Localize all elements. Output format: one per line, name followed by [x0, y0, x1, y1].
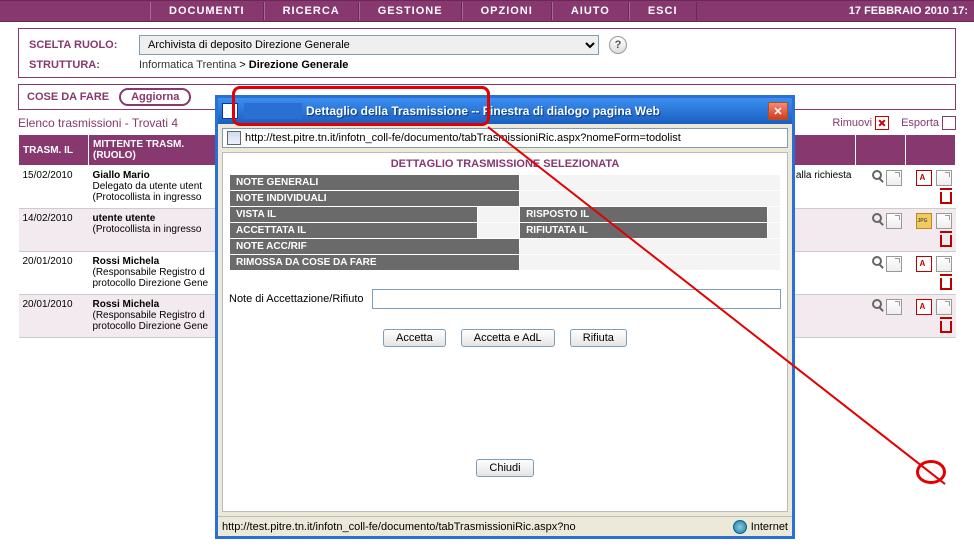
dialog-section-title: DETTAGLIO TRASMISSIONE SELEZIONATA — [229, 158, 781, 170]
chiudi-button[interactable]: Chiudi — [476, 459, 533, 477]
lbl-rimossa: RIMOSSA DA COSE DA FARE — [230, 255, 520, 271]
struttura-label: STRUTTURA: — [29, 59, 139, 71]
doc-icon[interactable] — [936, 213, 952, 229]
menu-opzioni[interactable]: OPZIONI — [462, 2, 552, 20]
breadcrumb: Informatica Trentina > Direzione General… — [139, 59, 348, 71]
dialog-close-row: Chiudi — [223, 459, 787, 477]
cose-da-fare-label: COSE DA FARE — [27, 91, 109, 103]
accetta-adl-button[interactable]: Accetta e AdL — [461, 329, 555, 347]
col-mittente[interactable]: MITTENTE TRASM. (RUOLO) — [89, 135, 219, 166]
scelta-ruolo-label: SCELTA RUOLO: — [29, 39, 139, 51]
status-url: http://test.pitre.tn.it/infotn_coll-fe/d… — [222, 521, 729, 533]
list-title: Elenco trasmissioni - Trovati 4 — [18, 116, 178, 130]
rimuovi-link[interactable]: Rimuovi — [832, 116, 889, 130]
cell-row-actions — [906, 166, 956, 209]
export-icon — [942, 116, 956, 130]
role-select[interactable]: Archivista di deposito Direzione General… — [139, 35, 599, 55]
pdf-icon[interactable] — [916, 256, 932, 272]
cell-date: 20/01/2010 — [19, 252, 89, 295]
top-menu-tabs: DOCUMENTI RICERCA GESTIONE OPZIONI AIUTO… — [150, 2, 697, 20]
dialog-url: http://test.pitre.tn.it/infotn_coll-fe/d… — [245, 132, 681, 144]
bc-item-1[interactable]: Informatica Trentina — [139, 59, 236, 71]
aggiorna-button[interactable]: Aggiorna — [119, 88, 191, 106]
dialog-page-icon — [222, 103, 238, 119]
dialog-statusbar: http://test.pitre.tn.it/infotn_coll-fe/d… — [218, 516, 792, 536]
lbl-note-generali: NOTE GENERALI — [230, 175, 520, 191]
remove-icon — [875, 116, 889, 130]
lbl-note-accrif: NOTE ACC/RIF — [230, 239, 520, 255]
page-icon — [227, 131, 241, 145]
cell-doc-icons — [856, 166, 906, 209]
dialog-address-bar[interactable]: http://test.pitre.tn.it/infotn_coll-fe/d… — [222, 128, 788, 148]
lbl-vista-il: VISTA IL — [230, 207, 478, 223]
menu-ricerca[interactable]: RICERCA — [264, 2, 359, 20]
note-input-label: Note di Accettazione/Rifiuto — [229, 293, 364, 305]
bc-item-2: Direzione Generale — [249, 59, 349, 71]
rifiuta-button[interactable]: Rifiuta — [570, 329, 627, 347]
detail-icon[interactable] — [872, 170, 882, 180]
accetta-button[interactable]: Accetta — [383, 329, 446, 347]
close-icon[interactable]: ✕ — [768, 102, 788, 120]
dialog-focus-bar — [244, 103, 302, 119]
help-icon[interactable]: ? — [609, 36, 627, 54]
col-actions — [906, 135, 956, 166]
cell-mittente: Giallo Mario Delegato da utente utent (P… — [89, 166, 219, 209]
cell-date: 14/02/2010 — [19, 209, 89, 252]
doc-icon[interactable] — [936, 299, 952, 315]
menu-esci[interactable]: ESCI — [629, 2, 697, 20]
internet-zone-icon — [733, 520, 747, 534]
lbl-rifiutata-il: RIFIUTATA IL — [520, 223, 768, 239]
doc-icon[interactable] — [886, 170, 902, 186]
col-doc — [856, 135, 906, 166]
doc-icon[interactable] — [886, 256, 902, 272]
detail-icon[interactable] — [872, 299, 882, 309]
trash-icon[interactable] — [940, 192, 952, 204]
cell-mittente: utente utente (Protocollista in ingresso — [89, 209, 219, 252]
dialog-title: Dettaglio della Trasmissione -- Finestra… — [306, 104, 768, 118]
esporta-label: Esporta — [901, 117, 939, 129]
trash-icon[interactable] — [940, 235, 952, 247]
detail-icon[interactable] — [872, 256, 882, 266]
doc-icon[interactable] — [936, 256, 952, 272]
trash-icon[interactable] — [940, 278, 952, 290]
dialog-action-buttons: Accetta Accetta e AdL Rifiuta — [229, 329, 781, 347]
detail-table: NOTE GENERALI NOTE INDIVIDUALI VISTA IL … — [229, 174, 781, 271]
cell-mittente: Rossi Michela (Responsabile Registro d p… — [89, 295, 219, 338]
top-menu-bar: DOCUMENTI RICERCA GESTIONE OPZIONI AIUTO… — [0, 0, 974, 22]
pdf-icon[interactable] — [916, 299, 932, 315]
lbl-note-individuali: NOTE INDIVIDUALI — [230, 191, 520, 207]
lbl-accettata-il: ACCETTATA IL — [230, 223, 478, 239]
current-date: 17 FEBBRAIO 2010 17: — [849, 5, 968, 17]
col-trasm-il[interactable]: TRASM. IL — [19, 135, 89, 166]
menu-gestione[interactable]: GESTIONE — [359, 2, 462, 20]
lbl-risposto-il: RISPOSTO IL — [520, 207, 768, 223]
dialog-titlebar[interactable]: Dettaglio della Trasmissione -- Finestra… — [218, 98, 792, 124]
pdf-icon[interactable] — [916, 170, 932, 186]
detail-icon[interactable] — [872, 213, 882, 223]
esporta-link[interactable]: Esporta — [901, 116, 956, 130]
cell-date: 15/02/2010 — [19, 166, 89, 209]
menu-documenti[interactable]: DOCUMENTI — [150, 2, 264, 20]
doc-icon[interactable] — [936, 170, 952, 186]
doc-icon[interactable] — [886, 213, 902, 229]
bc-sep: > — [239, 59, 248, 71]
status-zone: Internet — [751, 521, 788, 533]
dialog-body: DETTAGLIO TRASMISSIONE SELEZIONATA NOTE … — [222, 152, 788, 512]
jpg-icon[interactable] — [916, 213, 932, 229]
dettaglio-trasmissione-dialog: Dettaglio della Trasmissione -- Finestra… — [215, 95, 795, 539]
cell-date: 20/01/2010 — [19, 295, 89, 338]
role-panel: SCELTA RUOLO: Archivista di deposito Dir… — [18, 28, 956, 78]
rimuovi-label: Rimuovi — [832, 117, 872, 129]
trash-icon[interactable] — [940, 321, 952, 333]
menu-aiuto[interactable]: AIUTO — [552, 2, 629, 20]
cell-mittente: Rossi Michela (Responsabile Registro d p… — [89, 252, 219, 295]
doc-icon[interactable] — [886, 299, 902, 315]
